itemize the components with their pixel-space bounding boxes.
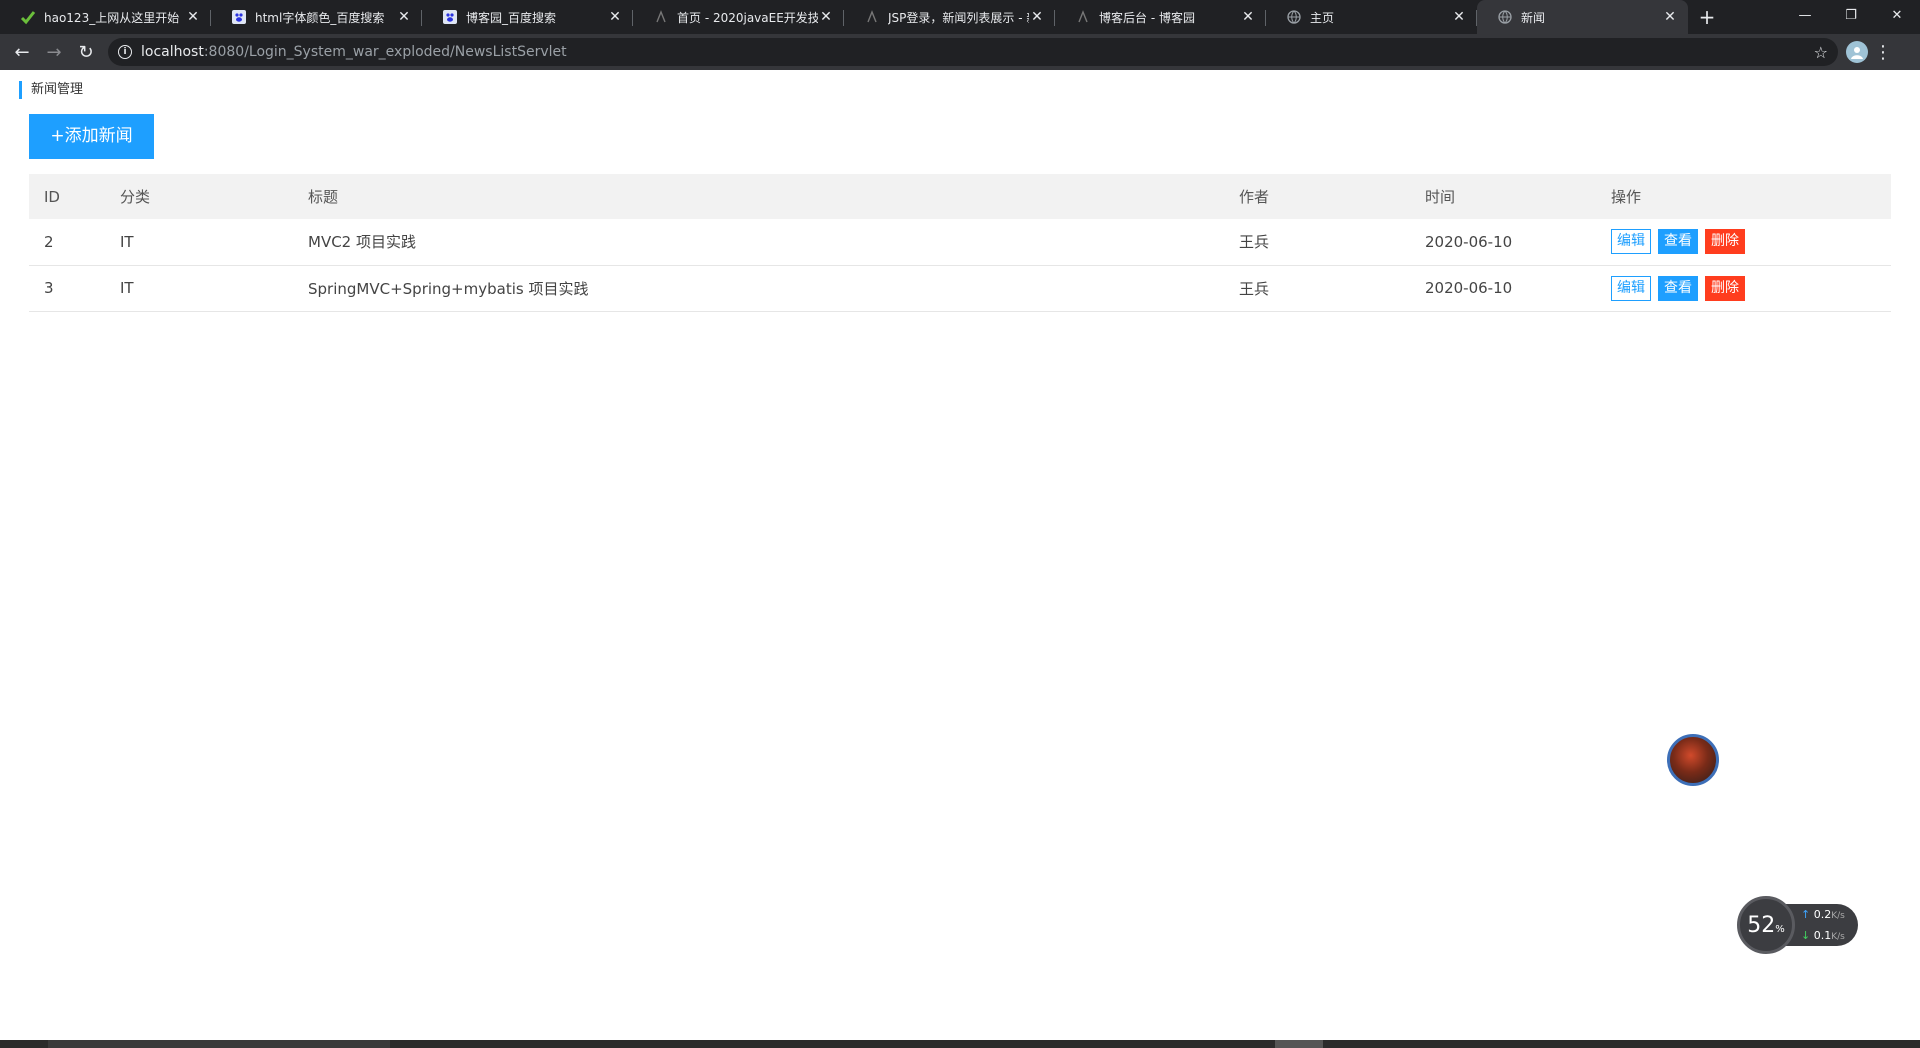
taskbar-item[interactable] (48, 1040, 390, 1048)
header-author: 作者 (1224, 174, 1410, 219)
tab-blog-admin[interactable]: 博客后台 - 博客园 ✕ (1055, 0, 1266, 34)
tab-home[interactable]: 主页 ✕ (1266, 0, 1477, 34)
header-time: 时间 (1410, 174, 1596, 219)
globe-icon (1286, 9, 1302, 25)
delete-button[interactable]: 删除 (1705, 275, 1745, 301)
tab-title: 博客后台 - 博客园 (1099, 10, 1195, 25)
add-news-button[interactable]: +添加新闻 (29, 114, 154, 159)
news-table: ID 分类 标题 作者 时间 操作 2 IT MVC2 项目实践 王兵 2020… (29, 174, 1891, 312)
tab-baidu-html-color[interactable]: html字体颜色_百度搜索 ✕ (211, 0, 422, 34)
network-monitor-widget[interactable]: ↑ 0.2K/s ↓ 0.1K/s 52% (1737, 896, 1858, 954)
forward-arrow-icon[interactable]: → (38, 36, 70, 68)
globe-icon (1497, 9, 1513, 25)
page-icon (864, 9, 880, 25)
tab-title: 主页 (1310, 10, 1335, 25)
browser-menu-icon[interactable]: ⋮ (1868, 42, 1898, 63)
tab-title: 首页 - 2020javaEE开发技术 (677, 10, 818, 25)
close-tab-icon[interactable]: ✕ (1662, 9, 1678, 25)
page-icon (653, 9, 669, 25)
close-window-icon[interactable]: ✕ (1874, 0, 1920, 30)
cpu-usage-ring: 52% (1737, 896, 1795, 954)
header-actions: 操作 (1596, 174, 1891, 219)
taskbar-item[interactable] (1275, 1040, 1323, 1048)
tab-hao123[interactable]: hao123_上网从这里开始 ✕ (0, 0, 211, 34)
upload-arrow-icon: ↑ (1801, 908, 1811, 921)
close-tab-icon[interactable]: ✕ (818, 9, 834, 25)
header-title: 标题 (293, 174, 1224, 219)
close-tab-icon[interactable]: ✕ (1451, 9, 1467, 25)
tab-news-active[interactable]: 新闻 ✕ (1477, 0, 1688, 34)
browser-toolbar: ← → ↻ i localhost:8080/Login_System_war_… (0, 34, 1920, 70)
cell-id: 2 (29, 219, 105, 266)
back-arrow-icon[interactable]: ← (6, 36, 38, 68)
profile-avatar-icon[interactable] (1846, 41, 1868, 63)
page-icon (1075, 9, 1091, 25)
close-tab-icon[interactable]: ✕ (185, 9, 201, 25)
cell-author: 王兵 (1224, 219, 1410, 266)
tab-title: JSP登录，新闻列表展示 - 新 (888, 10, 1029, 25)
cell-title: SpringMVC+Spring+mybatis 项目实践 (293, 265, 1224, 312)
site-info-icon[interactable]: i (118, 45, 132, 59)
view-button[interactable]: 查看 (1658, 275, 1698, 301)
bookmark-star-icon[interactable]: ☆ (1814, 43, 1828, 62)
table-header-row: ID 分类 标题 作者 时间 操作 (29, 174, 1891, 219)
upload-speed: ↑ 0.2K/s (1801, 908, 1845, 921)
download-speed: ↓ 0.1K/s (1801, 929, 1845, 942)
cell-actions: 编辑 查看 删除 (1596, 219, 1891, 266)
url-host: localhost (141, 44, 204, 60)
tab-jsp-login[interactable]: JSP登录，新闻列表展示 - 新 ✕ (844, 0, 1055, 34)
table-row: 2 IT MVC2 项目实践 王兵 2020-06-10 编辑 查看 删除 (29, 219, 1891, 266)
new-tab-button[interactable]: + (1692, 0, 1722, 34)
view-button[interactable]: 查看 (1658, 229, 1698, 255)
tab-baidu-cnblogs[interactable]: 博客园_百度搜索 ✕ (422, 0, 633, 34)
baidu-paw-icon (231, 9, 247, 25)
url-path: :8080/Login_System_war_exploded/NewsList… (203, 44, 567, 60)
cell-category: IT (105, 219, 293, 266)
reload-icon[interactable]: ↻ (70, 36, 102, 68)
cell-id: 3 (29, 265, 105, 312)
delete-button[interactable]: 删除 (1705, 229, 1745, 255)
window-controls: — ❐ ✕ (1782, 0, 1920, 30)
cell-time: 2020-06-10 (1410, 265, 1596, 312)
minimize-icon[interactable]: — (1782, 0, 1828, 30)
browser-tab-strip: hao123_上网从这里开始 ✕ html字体颜色_百度搜索 ✕ 博客园_百度搜… (0, 0, 1920, 34)
hao123-icon (20, 9, 36, 25)
cell-author: 王兵 (1224, 265, 1410, 312)
tab-title: html字体颜色_百度搜索 (255, 10, 385, 25)
address-url[interactable]: localhost:8080/Login_System_war_exploded… (141, 44, 567, 60)
cell-time: 2020-06-10 (1410, 219, 1596, 266)
edit-button[interactable]: 编辑 (1611, 229, 1651, 255)
close-tab-icon[interactable]: ✕ (1029, 9, 1045, 25)
header-id: ID (29, 174, 105, 219)
tab-title: 博客园_百度搜索 (466, 10, 557, 25)
header-category: 分类 (105, 174, 293, 219)
cpu-percent-unit: % (1775, 923, 1785, 935)
breadcrumb: 新闻管理 (19, 81, 83, 99)
cell-actions: 编辑 查看 删除 (1596, 265, 1891, 312)
download-arrow-icon: ↓ (1801, 929, 1811, 942)
table-row: 3 IT SpringMVC+Spring+mybatis 项目实践 王兵 20… (29, 265, 1891, 312)
edit-button[interactable]: 编辑 (1611, 275, 1651, 301)
restore-icon[interactable]: ❐ (1828, 0, 1874, 30)
floating-assistant-avatar[interactable] (1667, 734, 1719, 786)
close-tab-icon[interactable]: ✕ (607, 9, 623, 25)
cell-category: IT (105, 265, 293, 312)
address-bar[interactable]: i localhost:8080/Login_System_war_explod… (108, 38, 1838, 66)
os-taskbar (0, 1040, 1920, 1048)
tab-javaee-home[interactable]: 首页 - 2020javaEE开发技术 ✕ (633, 0, 844, 34)
tab-title: hao123_上网从这里开始 (44, 10, 180, 25)
cell-title: MVC2 项目实践 (293, 219, 1224, 266)
baidu-paw-icon (442, 9, 458, 25)
close-tab-icon[interactable]: ✕ (1240, 9, 1256, 25)
close-tab-icon[interactable]: ✕ (396, 9, 412, 25)
cpu-percent: 52 (1747, 912, 1776, 938)
tab-title: 新闻 (1521, 10, 1546, 25)
